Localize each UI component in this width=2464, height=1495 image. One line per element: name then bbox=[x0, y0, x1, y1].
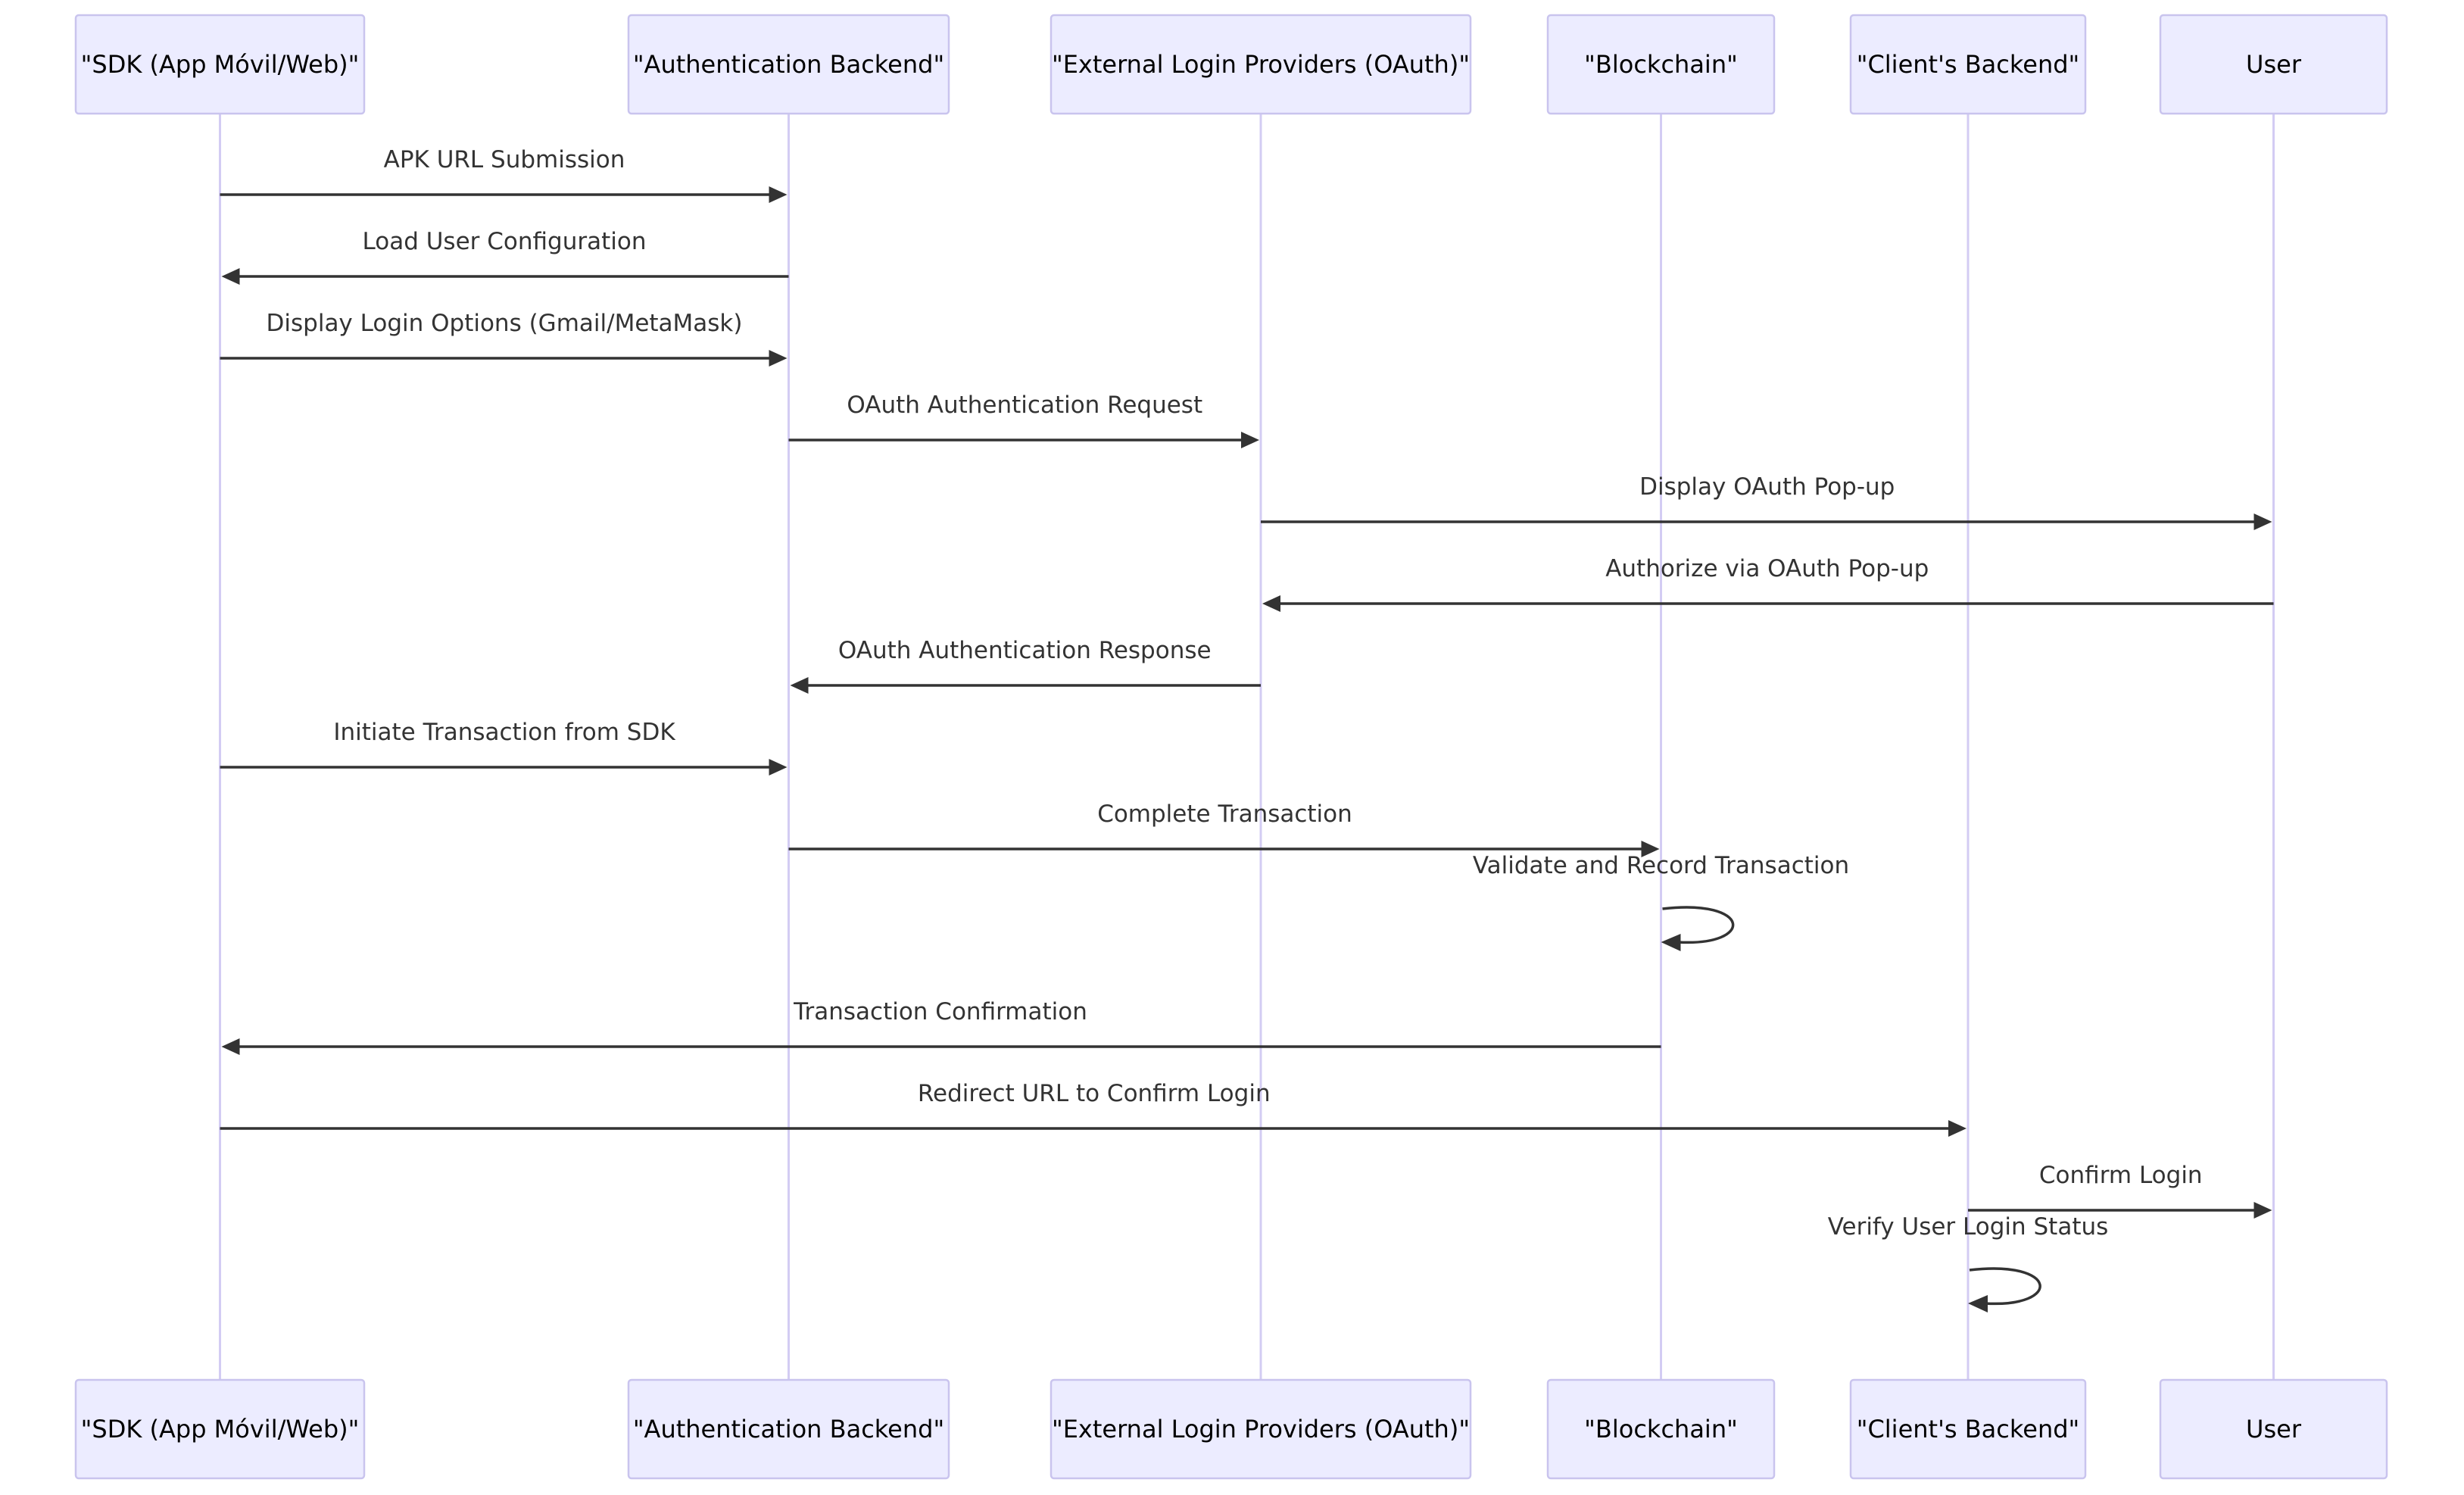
message-8: Initiate Transaction from SDK bbox=[220, 719, 788, 776]
arrowhead-icon bbox=[769, 350, 788, 367]
actor-oauth-top[interactable]: "External Login Providers (OAuth)" bbox=[1050, 14, 1472, 115]
message-label: Redirect URL to Confirm Login bbox=[918, 1080, 1271, 1107]
message-6: Authorize via OAuth Pop-up bbox=[1262, 555, 2274, 612]
actor-label: "Blockchain" bbox=[1584, 50, 1738, 79]
arrowhead-icon bbox=[1661, 934, 1681, 951]
message-1: APK URL Submission bbox=[220, 146, 788, 203]
actor-label: "Authentication Backend" bbox=[633, 1415, 944, 1444]
sequence-diagram: APK URL Submission Load User Configuratio… bbox=[74, 14, 2388, 1480]
actor-user-top[interactable]: User bbox=[2159, 14, 2388, 115]
message-label: Validate and Record Transaction bbox=[1473, 852, 1849, 879]
actor-chain-bottom[interactable]: "Blockchain" bbox=[1546, 1378, 1776, 1480]
message-label: OAuth Authentication Response bbox=[838, 637, 1212, 664]
actor-label: "Client's Backend" bbox=[1857, 50, 2080, 79]
arrowhead-icon bbox=[1262, 595, 1280, 612]
actors-top: "SDK (App Móvil/Web)" "Authentication Bac… bbox=[74, 14, 2388, 115]
message-3: Display Login Options (Gmail/MetaMask) bbox=[220, 310, 788, 367]
arrowhead-icon bbox=[1948, 1120, 1967, 1137]
actor-auth-top[interactable]: "Authentication Backend" bbox=[627, 14, 950, 115]
message-label: Verify User Login Status bbox=[1828, 1213, 2109, 1241]
actor-label: "External Login Providers (OAuth)" bbox=[1052, 50, 1470, 79]
arrowhead-icon bbox=[1968, 1295, 1988, 1312]
message-label: Display OAuth Pop-up bbox=[1639, 473, 1895, 501]
message-label: Display Login Options (Gmail/MetaMask) bbox=[267, 310, 743, 337]
arrowhead-icon bbox=[2253, 513, 2272, 530]
message-label: Complete Transaction bbox=[1097, 801, 1352, 828]
actor-chain-top[interactable]: "Blockchain" bbox=[1546, 14, 1776, 115]
message-label: Initiate Transaction from SDK bbox=[333, 719, 675, 746]
message-7: OAuth Authentication Response bbox=[790, 637, 1261, 694]
actor-sdk-top[interactable]: "SDK (App Móvil/Web)" bbox=[74, 14, 366, 115]
actor-label: "Client's Backend" bbox=[1857, 1415, 2080, 1444]
message-5: Display OAuth Pop-up bbox=[1261, 473, 2272, 530]
arrowhead-icon bbox=[221, 268, 240, 285]
actor-label: User bbox=[2246, 1415, 2302, 1444]
actor-label: "External Login Providers (OAuth)" bbox=[1052, 1415, 1470, 1444]
message-13: Confirm Login bbox=[1968, 1162, 2272, 1219]
actor-oauth-bottom[interactable]: "External Login Providers (OAuth)" bbox=[1050, 1378, 1472, 1480]
actor-label: "Blockchain" bbox=[1584, 1415, 1738, 1444]
actor-sdk-bottom[interactable]: "SDK (App Móvil/Web)" bbox=[74, 1378, 366, 1480]
actor-client-top[interactable]: "Client's Backend" bbox=[1849, 14, 2087, 115]
arrowhead-icon bbox=[221, 1038, 240, 1055]
messages: APK URL Submission Load User Configuratio… bbox=[220, 146, 2274, 1312]
message-2: Load User Configuration bbox=[221, 228, 789, 285]
arrowhead-icon bbox=[769, 186, 788, 203]
lifelines bbox=[219, 114, 2275, 1380]
actor-user-bottom[interactable]: User bbox=[2159, 1378, 2388, 1480]
actors-bottom: "SDK (App Móvil/Web)" "Authentication Bac… bbox=[74, 1378, 2388, 1480]
message-label: Load User Configuration bbox=[363, 228, 647, 255]
message-label: OAuth Authentication Request bbox=[847, 392, 1202, 419]
actor-label: "SDK (App Móvil/Web)" bbox=[81, 50, 360, 79]
message-label: APK URL Submission bbox=[384, 146, 625, 173]
message-label: Confirm Login bbox=[2039, 1162, 2203, 1189]
message-11: Transaction Confirmation bbox=[221, 998, 1661, 1055]
message-9: Complete Transaction bbox=[788, 801, 1660, 857]
message-label: Authorize via OAuth Pop-up bbox=[1605, 555, 1929, 582]
message-4: OAuth Authentication Request bbox=[788, 392, 1259, 448]
arrowhead-icon bbox=[769, 759, 788, 776]
arrowhead-icon bbox=[2253, 1202, 2272, 1219]
message-12: Redirect URL to Confirm Login bbox=[220, 1080, 1967, 1137]
actor-label: User bbox=[2246, 50, 2302, 79]
actor-client-bottom[interactable]: "Client's Backend" bbox=[1849, 1378, 2087, 1480]
actor-auth-bottom[interactable]: "Authentication Backend" bbox=[627, 1378, 950, 1480]
arrowhead-icon bbox=[790, 677, 809, 694]
message-label: Transaction Confirmation bbox=[793, 998, 1087, 1025]
actor-label: "SDK (App Móvil/Web)" bbox=[81, 1415, 360, 1444]
actor-label: "Authentication Backend" bbox=[633, 50, 944, 79]
arrowhead-icon bbox=[1241, 432, 1259, 448]
